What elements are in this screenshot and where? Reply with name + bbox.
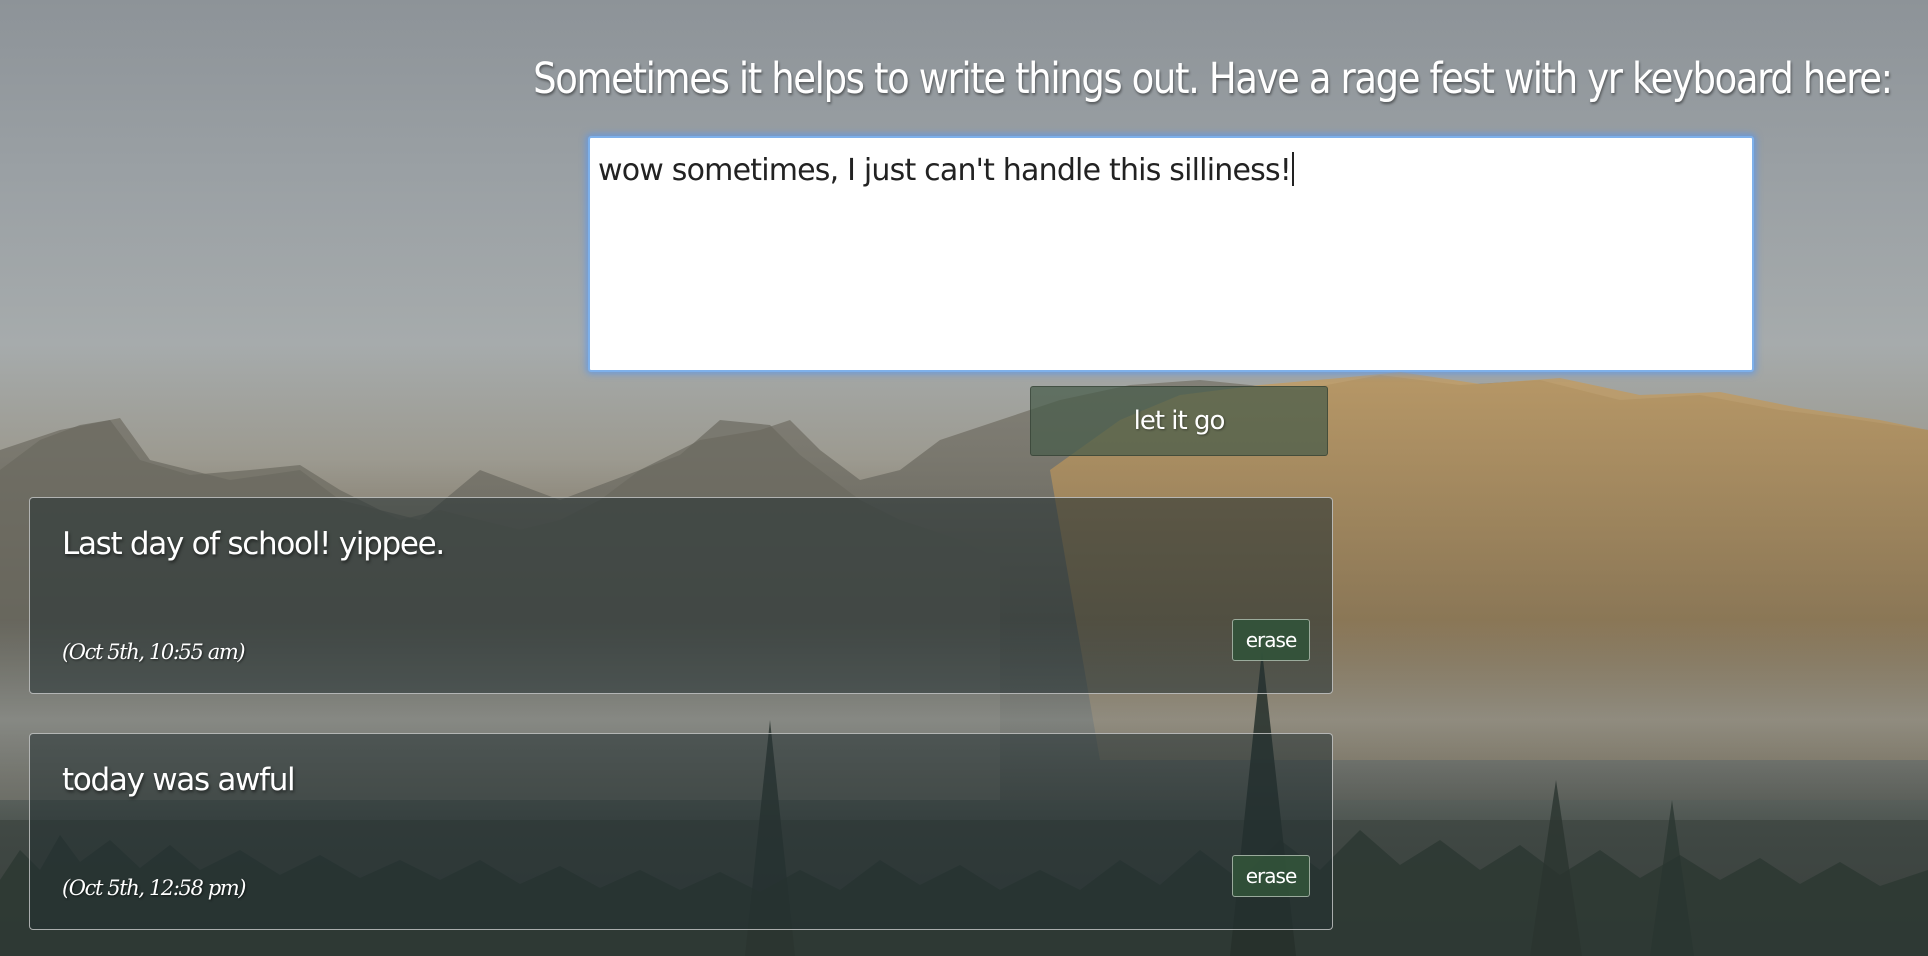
vent-textarea[interactable]: wow sometimes, I just can't handle this … xyxy=(588,136,1754,372)
page-prompt: Sometimes it helps to write things out. … xyxy=(533,54,1893,104)
entry-card: Last day of school! yippee. (Oct 5th, 10… xyxy=(29,497,1333,694)
entry-timestamp: (Oct 5th, 10:55 am) xyxy=(62,640,246,664)
entry-card: today was awful (Oct 5th, 12:58 pm) eras… xyxy=(29,733,1333,930)
let-it-go-button[interactable]: let it go xyxy=(1030,386,1328,456)
erase-button[interactable]: erase xyxy=(1232,619,1310,661)
entry-timestamp: (Oct 5th, 12:58 pm) xyxy=(62,876,247,900)
vent-textarea-value: wow sometimes, I just can't handle this … xyxy=(598,153,1292,188)
entry-text: Last day of school! yippee. xyxy=(62,526,445,562)
erase-button[interactable]: erase xyxy=(1232,855,1310,897)
entry-text: today was awful xyxy=(62,762,296,798)
text-caret xyxy=(1292,152,1294,186)
